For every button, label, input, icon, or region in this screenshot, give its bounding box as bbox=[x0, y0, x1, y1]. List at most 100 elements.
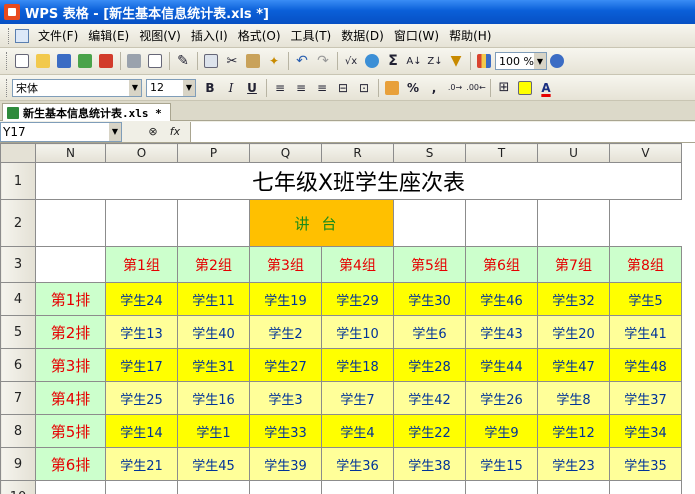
seat-cell[interactable]: 学生16 bbox=[177, 381, 250, 415]
chart-button[interactable] bbox=[474, 51, 494, 71]
row-label-cell[interactable]: 第5排 bbox=[35, 414, 106, 448]
sort-ascending-button[interactable]: A↓ bbox=[404, 51, 424, 71]
help-button[interactable] bbox=[547, 51, 567, 71]
group-header-cell[interactable]: 第7组 bbox=[537, 246, 610, 283]
seat-cell[interactable]: 学生10 bbox=[321, 315, 394, 349]
format-painter-button[interactable]: ✦ bbox=[264, 51, 284, 71]
seat-cell[interactable]: 学生5 bbox=[609, 282, 682, 316]
menu-view[interactable]: 视图(V) bbox=[134, 27, 186, 44]
percent-button[interactable]: % bbox=[403, 78, 423, 98]
merge-center-button[interactable]: ⊟ bbox=[333, 78, 353, 98]
seat-cell[interactable]: 学生20 bbox=[537, 315, 610, 349]
seat-cell[interactable]: 学生35 bbox=[609, 447, 682, 481]
cell[interactable] bbox=[35, 199, 106, 247]
seat-cell[interactable]: 学生17 bbox=[105, 348, 178, 382]
paste-button[interactable] bbox=[243, 51, 263, 71]
seat-cell[interactable]: 学生29 bbox=[321, 282, 394, 316]
seat-cell[interactable]: 学生34 bbox=[609, 414, 682, 448]
export-pdf-button[interactable] bbox=[96, 51, 116, 71]
row-header[interactable]: 7 bbox=[0, 381, 36, 415]
group-header-cell[interactable]: 第5组 bbox=[393, 246, 466, 283]
cell[interactable] bbox=[465, 480, 538, 494]
thousands-button[interactable]: , bbox=[424, 78, 444, 98]
fill-color-button[interactable] bbox=[515, 78, 535, 98]
seat-cell[interactable]: 学生48 bbox=[609, 348, 682, 382]
send-mail-button[interactable] bbox=[75, 51, 95, 71]
menubar-grip[interactable] bbox=[8, 27, 11, 44]
group-header-cell[interactable]: 第6组 bbox=[465, 246, 538, 283]
seat-cell[interactable]: 学生45 bbox=[177, 447, 250, 481]
align-left-button[interactable]: ≡ bbox=[270, 78, 290, 98]
new-file-button[interactable] bbox=[12, 51, 32, 71]
seat-cell[interactable]: 学生4 bbox=[321, 414, 394, 448]
menu-help[interactable]: 帮助(H) bbox=[444, 27, 496, 44]
seat-cell[interactable]: 学生13 bbox=[105, 315, 178, 349]
seat-cell[interactable]: 学生28 bbox=[393, 348, 466, 382]
row-label-cell[interactable]: 第2排 bbox=[35, 315, 106, 349]
cell[interactable] bbox=[537, 199, 610, 247]
select-all-corner[interactable] bbox=[0, 143, 36, 163]
row-header[interactable]: 2 bbox=[0, 199, 36, 247]
row-label-cell[interactable]: 第6排 bbox=[35, 447, 106, 481]
menu-format[interactable]: 格式(O) bbox=[233, 27, 286, 44]
seat-cell[interactable]: 学生31 bbox=[177, 348, 250, 382]
copy-button[interactable] bbox=[201, 51, 221, 71]
merge-dropdown-button[interactable]: ⊡ bbox=[354, 78, 374, 98]
row-header[interactable]: 6 bbox=[0, 348, 36, 382]
hyperlink-button[interactable] bbox=[362, 51, 382, 71]
column-header[interactable]: R bbox=[321, 143, 394, 163]
seat-cell[interactable]: 学生3 bbox=[249, 381, 322, 415]
seat-cell[interactable]: 学生26 bbox=[465, 381, 538, 415]
menu-edit[interactable]: 编辑(E) bbox=[83, 27, 134, 44]
menu-insert[interactable]: 插入(I) bbox=[186, 27, 233, 44]
align-center-button[interactable]: ≡ bbox=[291, 78, 311, 98]
row-label-cell[interactable]: 第4排 bbox=[35, 381, 106, 415]
column-header[interactable]: T bbox=[465, 143, 538, 163]
menu-tools[interactable]: 工具(T) bbox=[286, 27, 337, 44]
insert-function-button[interactable]: √x bbox=[341, 51, 361, 71]
row-header[interactable]: 9 bbox=[0, 447, 36, 481]
cut-button[interactable]: ✂ bbox=[222, 51, 242, 71]
seat-cell[interactable]: 学生12 bbox=[537, 414, 610, 448]
seat-cell[interactable]: 学生30 bbox=[393, 282, 466, 316]
cell[interactable] bbox=[105, 480, 178, 494]
toolbar-grip[interactable] bbox=[6, 78, 9, 97]
save-button[interactable] bbox=[54, 51, 74, 71]
cell[interactable] bbox=[393, 199, 466, 247]
currency-button[interactable] bbox=[382, 78, 402, 98]
seat-cell[interactable]: 学生6 bbox=[393, 315, 466, 349]
column-header[interactable]: Q bbox=[249, 143, 322, 163]
column-header[interactable]: O bbox=[105, 143, 178, 163]
seat-cell[interactable]: 学生1 bbox=[177, 414, 250, 448]
seat-cell[interactable]: 学生38 bbox=[393, 447, 466, 481]
formula-search-icon[interactable]: ⊗ bbox=[142, 125, 164, 138]
decrease-decimal-button[interactable]: .00← bbox=[466, 78, 486, 98]
cell[interactable] bbox=[249, 480, 322, 494]
redo-button[interactable]: ↷ bbox=[313, 51, 333, 71]
row-header[interactable]: 1 bbox=[0, 162, 36, 200]
seat-cell[interactable]: 学生23 bbox=[537, 447, 610, 481]
group-header-cell[interactable]: 第4组 bbox=[321, 246, 394, 283]
cell[interactable] bbox=[35, 480, 106, 494]
cell[interactable] bbox=[465, 199, 538, 247]
column-header[interactable]: V bbox=[609, 143, 682, 163]
cell[interactable] bbox=[177, 480, 250, 494]
document-tab[interactable]: 新生基本信息统计表.xls * bbox=[2, 103, 171, 121]
autosum-button[interactable]: Σ bbox=[383, 51, 403, 71]
cell[interactable] bbox=[177, 199, 250, 247]
italic-button[interactable]: I bbox=[221, 78, 241, 98]
seat-cell[interactable]: 学生21 bbox=[105, 447, 178, 481]
seat-cell[interactable]: 学生24 bbox=[105, 282, 178, 316]
cell[interactable] bbox=[105, 199, 178, 247]
menu-data[interactable]: 数据(D) bbox=[336, 27, 389, 44]
column-header[interactable]: N bbox=[35, 143, 106, 163]
insert-function-fx-button[interactable]: fx bbox=[164, 125, 186, 138]
seat-cell[interactable]: 学生40 bbox=[177, 315, 250, 349]
seat-cell[interactable]: 学生33 bbox=[249, 414, 322, 448]
seat-cell[interactable]: 学生32 bbox=[537, 282, 610, 316]
column-header[interactable]: S bbox=[393, 143, 466, 163]
underline-button[interactable]: U bbox=[242, 78, 262, 98]
cell[interactable] bbox=[35, 246, 106, 283]
seat-cell[interactable]: 学生46 bbox=[465, 282, 538, 316]
seat-cell[interactable]: 学生42 bbox=[393, 381, 466, 415]
